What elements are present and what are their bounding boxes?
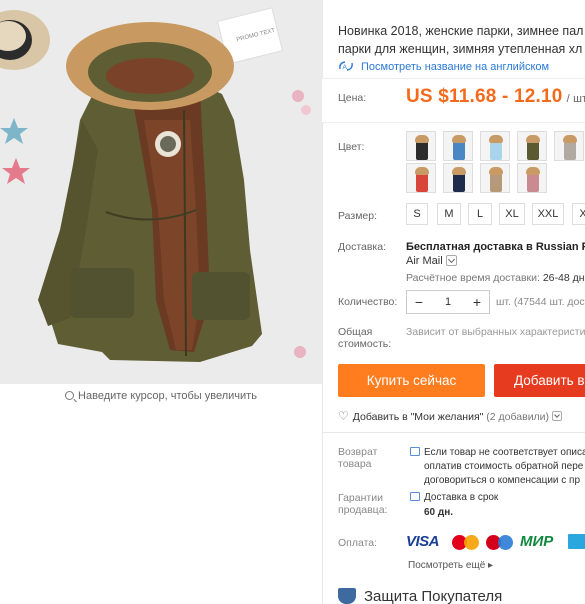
seller-guarantee: Доставка в срок 60 дн. <box>410 490 498 520</box>
color-swatch-black[interactable] <box>406 131 436 161</box>
shipping-method-prefix: Бесплатная доставка в <box>406 241 536 253</box>
buyer-protection-title: Защита Покупателя <box>364 588 503 604</box>
returns-text-line2: оплатив стоимость обратной пере <box>424 461 584 472</box>
quantity-increase-button[interactable]: + <box>465 291 489 313</box>
quantity-decrease-button[interactable]: − <box>407 291 431 313</box>
product-title-line2: парки для женщин, зимняя утепленная хл <box>338 42 583 56</box>
payment-label: Оплата: <box>338 537 378 549</box>
return-icon <box>410 447 420 456</box>
stock-available: шт. (47544 шт. дост <box>496 296 585 308</box>
total-label-line1: Общая <box>338 326 373 338</box>
total-label-line2: стоимость: <box>338 338 392 350</box>
color-swatch-grey[interactable] <box>554 131 584 161</box>
product-title-line1: Новинка 2018, женские парки, зимнее пал <box>338 24 584 38</box>
section-divider <box>322 432 585 433</box>
heart-icon: ♡ <box>338 409 349 423</box>
size-option-x[interactable]: X <box>572 203 585 225</box>
quantity-stepper: − 1 + <box>406 290 490 314</box>
mastercard-logo <box>452 535 480 550</box>
shipping-select-icon[interactable] <box>445 255 457 266</box>
price-range: US $11.68 - 12.10 <box>406 86 563 107</box>
zoom-hint: Наведите курсор, чтобы увеличить <box>0 390 322 402</box>
wishlist-label: Добавить в "Мои желания" <box>352 411 484 423</box>
eta-days: 26-48 дн <box>542 272 585 284</box>
color-swatch-navy[interactable] <box>443 163 473 193</box>
price-value: US $11.68 - 12.10/ шт. <box>406 86 585 108</box>
delivery-truck-icon <box>410 492 420 501</box>
buy-now-button[interactable]: Купить сейчас <box>338 364 485 397</box>
returns-label-line2: товара <box>338 458 372 470</box>
returns-text-line1: Если товар не соответствует описа <box>424 447 585 458</box>
translate-link-text: Посмотреть название на английском <box>361 61 550 73</box>
color-swatch-pink[interactable] <box>517 163 547 193</box>
magnifier-icon <box>65 391 75 400</box>
size-option-s[interactable]: S <box>406 203 428 225</box>
quantity-input[interactable]: 1 <box>431 291 465 313</box>
guarantee-text: Доставка в срок <box>424 492 499 503</box>
eta-label: Расчётное время доставки: <box>406 272 543 284</box>
color-swatch-red[interactable] <box>406 163 436 193</box>
returns-policy: Если товар не соответствует описа оплати… <box>410 446 585 488</box>
delivery-eta: Расчётное время доставки: 26-48 дн <box>406 272 585 284</box>
shipping-label: Доставка: <box>338 241 387 253</box>
mir-logo: МИР <box>520 533 554 550</box>
wishlist-dropdown-icon[interactable] <box>552 411 563 421</box>
color-swatch-blue[interactable] <box>443 131 473 161</box>
size-label: Размер: <box>338 210 378 222</box>
price-label: Цена: <box>338 92 367 104</box>
translate-icon: A <box>339 61 353 71</box>
color-swatch-khaki[interactable] <box>480 163 510 193</box>
guarantee-label-line1: Гарантии <box>338 492 383 504</box>
guarantee-label: Гарантии продавца: <box>338 492 387 516</box>
returns-label: Возврат товара <box>338 446 377 470</box>
color-label: Цвет: <box>338 141 365 153</box>
maestro-logo <box>486 535 514 550</box>
amex-logo <box>568 534 585 549</box>
add-to-cart-button[interactable]: Добавить в <box>494 364 585 397</box>
returns-text-line3: договориться о компенсации с пр <box>424 475 581 486</box>
returns-label-line1: Возврат <box>338 446 378 458</box>
shipping-method: Бесплатная доставка в Russian Fede Air M… <box>406 240 585 268</box>
caret-right-icon: ▸ <box>488 560 494 571</box>
shipping-carrier: Air Mail <box>406 255 443 267</box>
total-label: Общая стоимость: <box>338 326 391 350</box>
color-swatch-army-green[interactable] <box>517 131 547 161</box>
buyer-protection: Защита Покупателя <box>338 588 502 604</box>
color-swatch-light-blue[interactable] <box>480 131 510 161</box>
add-to-wishlist[interactable]: ♡ Добавить в "Мои желания" (2 добавили) <box>338 409 563 423</box>
guarantee-days: 60 дн. <box>424 507 454 518</box>
parka-illustration: PROMO TEXT <box>0 0 322 384</box>
size-option-m[interactable]: M <box>437 203 461 225</box>
price-unit: / шт. <box>566 93 585 105</box>
quantity-label: Количество: <box>338 296 398 308</box>
guarantee-label-line2: продавца: <box>338 504 388 516</box>
svg-text:A: A <box>343 64 348 71</box>
translate-title-link[interactable]: A Посмотреть название на английском <box>338 60 549 73</box>
zoom-hint-text: Наведите курсор, чтобы увеличить <box>78 390 257 402</box>
total-note: Зависит от выбранных характеристик <box>406 326 585 338</box>
wishlist-count: (2 добавили) <box>486 411 550 423</box>
size-option-l[interactable]: L <box>468 203 492 225</box>
shield-icon <box>338 588 356 604</box>
product-title: Новинка 2018, женские парки, зимнее пал … <box>338 22 585 58</box>
more-payment-link[interactable]: Посмотреть ещё ▸ <box>408 560 493 571</box>
product-image[interactable]: PROMO TEXT <box>0 0 322 384</box>
size-option-xxl[interactable]: XXL <box>532 203 564 225</box>
visa-logo: VISA <box>406 533 440 550</box>
size-option-xl[interactable]: XL <box>499 203 525 225</box>
shipping-destination[interactable]: Russian Fede <box>536 241 585 253</box>
more-payment-text: Посмотреть ещё <box>408 560 486 571</box>
